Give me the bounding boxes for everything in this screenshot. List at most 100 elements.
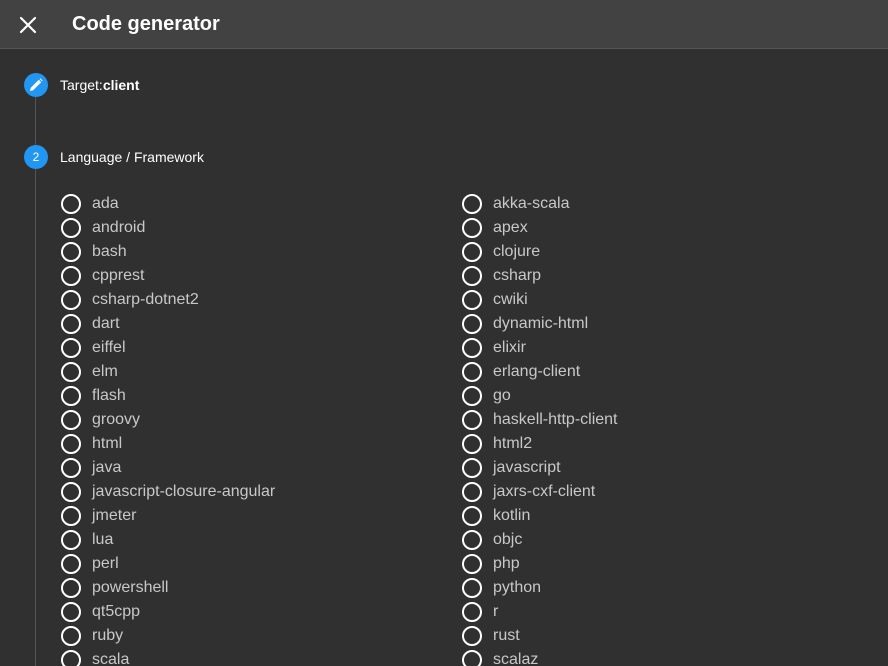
language-option-erlang-client[interactable]: erlang-client xyxy=(462,360,852,384)
language-option-r[interactable]: r xyxy=(462,600,852,624)
language-option-label: apex xyxy=(493,219,528,236)
step-number-circle: 2 xyxy=(24,145,48,169)
radio-button[interactable] xyxy=(462,194,482,214)
language-option-groovy[interactable]: groovy xyxy=(61,408,451,432)
language-option-lua[interactable]: lua xyxy=(61,528,451,552)
radio-button[interactable] xyxy=(61,530,81,550)
radio-button[interactable] xyxy=(462,314,482,334)
language-option-android[interactable]: android xyxy=(61,216,451,240)
language-option-clojure[interactable]: clojure xyxy=(462,240,852,264)
radio-button[interactable] xyxy=(61,362,81,382)
language-option-label: java xyxy=(92,459,122,476)
language-option-jmeter[interactable]: jmeter xyxy=(61,504,451,528)
radio-button[interactable] xyxy=(61,434,81,454)
language-option-java[interactable]: java xyxy=(61,456,451,480)
language-option-label: jmeter xyxy=(92,507,137,524)
language-option-label: php xyxy=(493,555,520,572)
language-option-ada[interactable]: ada xyxy=(61,192,451,216)
radio-button[interactable] xyxy=(61,506,81,526)
radio-button[interactable] xyxy=(462,506,482,526)
language-option-cpprest[interactable]: cpprest xyxy=(61,264,451,288)
language-option-label: scala xyxy=(92,651,130,666)
language-option-rust[interactable]: rust xyxy=(462,624,852,648)
language-option-powershell[interactable]: powershell xyxy=(61,576,451,600)
language-column-left: ada android bash cpprest csharp-dotnet2 dart e… xyxy=(61,192,451,666)
radio-button[interactable] xyxy=(61,554,81,574)
radio-button[interactable] xyxy=(61,410,81,430)
language-option-label: jaxrs-cxf-client xyxy=(493,483,596,500)
language-option-javascript[interactable]: javascript xyxy=(462,456,852,480)
language-option-bash[interactable]: bash xyxy=(61,240,451,264)
language-option-dart[interactable]: dart xyxy=(61,312,451,336)
radio-button[interactable] xyxy=(462,386,482,406)
language-option-haskell-http-client[interactable]: haskell-http-client xyxy=(462,408,852,432)
radio-button[interactable] xyxy=(462,338,482,358)
language-option-label: cpprest xyxy=(92,267,145,284)
language-option-perl[interactable]: perl xyxy=(61,552,451,576)
radio-button[interactable] xyxy=(462,530,482,550)
language-option-label: go xyxy=(493,387,511,404)
radio-button[interactable] xyxy=(61,578,81,598)
radio-button[interactable] xyxy=(462,650,482,666)
radio-button[interactable] xyxy=(61,482,81,502)
language-option-php[interactable]: php xyxy=(462,552,852,576)
language-option-label: qt5cpp xyxy=(92,603,141,620)
radio-button[interactable] xyxy=(462,434,482,454)
language-option-html2[interactable]: html2 xyxy=(462,432,852,456)
radio-button[interactable] xyxy=(61,242,81,262)
radio-button[interactable] xyxy=(61,314,81,334)
language-option-label: dart xyxy=(92,315,120,332)
language-option-qt5cpp[interactable]: qt5cpp xyxy=(61,600,451,624)
language-option-csharp-dotnet2[interactable]: csharp-dotnet2 xyxy=(61,288,451,312)
radio-button[interactable] xyxy=(61,458,81,478)
language-option-cwiki[interactable]: cwiki xyxy=(462,288,852,312)
language-option-go[interactable]: go xyxy=(462,384,852,408)
language-option-jaxrs-cxf-client[interactable]: jaxrs-cxf-client xyxy=(462,480,852,504)
language-option-elixir[interactable]: elixir xyxy=(462,336,852,360)
radio-button[interactable] xyxy=(462,602,482,622)
radio-button[interactable] xyxy=(462,458,482,478)
language-option-ruby[interactable]: ruby xyxy=(61,624,451,648)
language-option-label: csharp-dotnet2 xyxy=(92,291,199,308)
dialog-title: Code generator xyxy=(72,13,220,35)
radio-button[interactable] xyxy=(462,266,482,286)
radio-button[interactable] xyxy=(462,482,482,502)
language-option-label: eiffel xyxy=(92,339,126,356)
close-button[interactable] xyxy=(10,7,46,43)
radio-button[interactable] xyxy=(462,578,482,598)
language-option-apex[interactable]: apex xyxy=(462,216,852,240)
radio-button[interactable] xyxy=(61,626,81,646)
language-option-akka-scala[interactable]: akka-scala xyxy=(462,192,852,216)
language-column-right: akka-scala apex clojure csharp cwiki dynamic-… xyxy=(462,192,852,666)
radio-button[interactable] xyxy=(61,194,81,214)
radio-button[interactable] xyxy=(462,290,482,310)
language-option-eiffel[interactable]: eiffel xyxy=(61,336,451,360)
language-option-html[interactable]: html xyxy=(61,432,451,456)
language-option-csharp[interactable]: csharp xyxy=(462,264,852,288)
step-target[interactable]: Target:client xyxy=(24,73,139,97)
radio-button[interactable] xyxy=(462,218,482,238)
language-option-dynamic-html[interactable]: dynamic-html xyxy=(462,312,852,336)
radio-button[interactable] xyxy=(61,218,81,238)
radio-button[interactable] xyxy=(462,554,482,574)
radio-button[interactable] xyxy=(462,626,482,646)
language-option-elm[interactable]: elm xyxy=(61,360,451,384)
radio-button[interactable] xyxy=(61,290,81,310)
radio-button[interactable] xyxy=(462,362,482,382)
radio-button[interactable] xyxy=(462,242,482,262)
step-connector xyxy=(35,97,36,147)
radio-button[interactable] xyxy=(61,266,81,286)
step-language[interactable]: 2 Language / Framework xyxy=(24,145,204,169)
language-option-objc[interactable]: objc xyxy=(462,528,852,552)
radio-button[interactable] xyxy=(61,602,81,622)
language-option-scala[interactable]: scala xyxy=(61,648,451,666)
language-option-flash[interactable]: flash xyxy=(61,384,451,408)
language-option-kotlin[interactable]: kotlin xyxy=(462,504,852,528)
radio-button[interactable] xyxy=(61,386,81,406)
radio-button[interactable] xyxy=(61,338,81,358)
language-option-javascript-closure-angular[interactable]: javascript-closure-angular xyxy=(61,480,451,504)
language-option-python[interactable]: python xyxy=(462,576,852,600)
radio-button[interactable] xyxy=(462,410,482,430)
language-option-scalaz[interactable]: scalaz xyxy=(462,648,852,666)
radio-button[interactable] xyxy=(61,650,81,666)
